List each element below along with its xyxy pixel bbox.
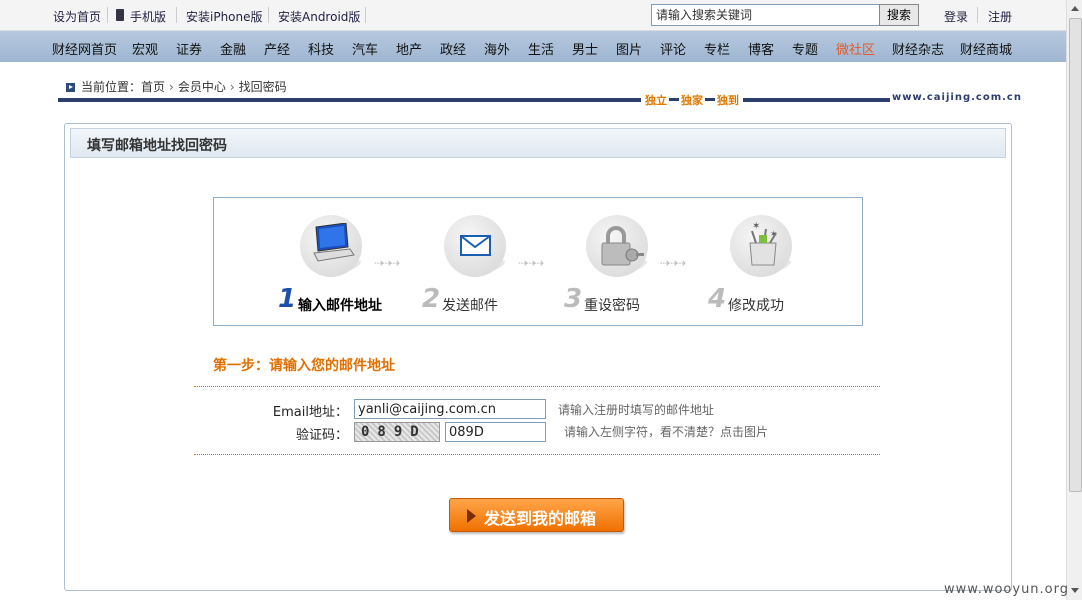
computer-icon [313,223,355,262]
email-field[interactable]: yanli@caijing.com.cn [354,399,546,419]
scroll-down-icon[interactable] [1071,588,1079,593]
scroll-up-icon[interactable] [1071,6,1079,11]
scrollbar[interactable] [1066,0,1082,600]
send-to-email-button[interactable]: 发送到我的邮箱 [449,498,624,532]
nav-column[interactable]: 专栏 [704,39,730,58]
steps-box: 1 输入邮件地址 ⇢⇢⇢ 2 发送邮件 ⇢⇢⇢ 3 重设密码 ⇢⇢⇢ ✶ ✶ [213,197,863,326]
captcha-hint: 请输入左侧字符，看不清楚？点击图片 [564,425,769,439]
svg-text:✶: ✶ [752,221,760,232]
nav-macro[interactable]: 宏观 [132,39,158,58]
chevron-right-icon: › [229,80,235,94]
top-bar: 设为首页 手机版 安装iPhone版 安装Android版 请输入搜索关键词 搜… [0,0,1066,31]
step-heading: 第一步：请输入您的邮件地址 [213,358,395,374]
nav-tech[interactable]: 科技 [308,39,334,58]
divider [365,7,366,23]
step-number: 2 [422,284,441,314]
nav-community[interactable]: 微社区 [836,39,875,58]
divider [176,7,177,23]
site-url: www.caijing.com.cn [890,92,1024,103]
captcha-image[interactable]: 089D [354,422,440,442]
divider [194,454,880,455]
breadcrumb-current: 找回密码 [238,80,287,94]
play-icon [467,509,476,523]
set-home-link[interactable]: 设为首页 [53,8,101,25]
nav-home[interactable]: 财经网首页 [52,39,117,58]
watermark: www.wooyun.org [944,582,1070,597]
divider [268,7,269,23]
nav-finance[interactable]: 金融 [220,39,246,58]
iphone-link[interactable]: 安装iPhone版 [186,8,263,25]
nav-pictures[interactable]: 图片 [616,39,642,58]
slogan: 独立 独家 独到 [641,92,743,108]
step-4: ✶ ✶ 4 修改成功 [708,213,844,314]
nav-industry[interactable]: 产经 [264,39,290,58]
nav-blog[interactable]: 博客 [748,39,774,58]
step-label: 修改成功 [728,298,784,314]
nav-men[interactable]: 男士 [572,39,598,58]
mobile-phone-icon [116,9,124,21]
nav-topic[interactable]: 专题 [792,39,818,58]
nav-politics[interactable]: 政经 [440,39,466,58]
nav-securities[interactable]: 证券 [176,39,202,58]
slogan-word: 独立 [645,94,667,107]
search-button[interactable]: 搜索 [879,4,919,26]
nav-realestate[interactable]: 地产 [396,39,422,58]
breadcrumb-home[interactable]: 首页 [141,80,165,94]
captcha-field[interactable]: 089D [445,422,546,442]
slogan-word: 独到 [717,94,739,107]
step-label: 输入邮件地址 [298,298,382,314]
mobile-link[interactable]: 手机版 [130,8,166,25]
arrow-icon: ⇢⇢⇢ [518,256,544,270]
divider [977,7,978,23]
divider [194,386,880,387]
arrow-icon: ⇢⇢⇢ [374,256,400,270]
nav-mall[interactable]: 财经商城 [960,39,1012,58]
scroll-thumb[interactable] [1069,18,1082,492]
step-number: 1 [278,284,297,314]
arrow-icon [66,83,75,92]
step-number: 4 [708,284,727,314]
panel-title: 填写邮箱地址找回密码 [87,138,227,154]
register-link[interactable]: 注册 [988,8,1012,25]
header-rule [58,98,1018,102]
nav-comment[interactable]: 评论 [660,39,686,58]
envelope-icon [460,235,491,256]
step-number: 3 [564,284,583,314]
email-hint: 请输入注册时填写的邮件地址 [558,403,715,417]
main-nav: 财经网首页 宏观 证券 金融 产经 科技 汽车 地产 政经 海外 生活 男士 图… [0,31,1066,62]
nav-auto[interactable]: 汽车 [352,39,378,58]
nav-overseas[interactable]: 海外 [484,39,510,58]
breadcrumb-member[interactable]: 会员中心 [178,80,226,94]
arrow-icon: ⇢⇢⇢ [660,256,686,270]
login-link[interactable]: 登录 [944,8,968,25]
divider [107,7,108,23]
search-input[interactable]: 请输入搜索关键词 [651,4,881,26]
chevron-right-icon: › [169,80,174,94]
panel-header: 填写邮箱地址找回密码 [70,128,1006,158]
breadcrumb-prefix: 当前位置： [81,80,142,94]
step-label: 重设密码 [584,298,640,314]
lock-icon [601,226,644,266]
email-label: Email地址： [272,405,348,420]
slogan-word: 独家 [681,94,703,107]
nav-life[interactable]: 生活 [528,39,554,58]
breadcrumb: 当前位置：首页 › 会员中心 › 找回密码 [66,78,287,95]
android-link[interactable]: 安装Android版 [278,8,360,25]
gift-box-icon: ✶ ✶ [749,221,778,266]
step-label: 发送邮件 [442,298,498,314]
send-button-label: 发送到我的邮箱 [484,509,597,528]
captcha-label: 验证码： [295,428,348,443]
nav-magazine[interactable]: 财经杂志 [892,39,944,58]
